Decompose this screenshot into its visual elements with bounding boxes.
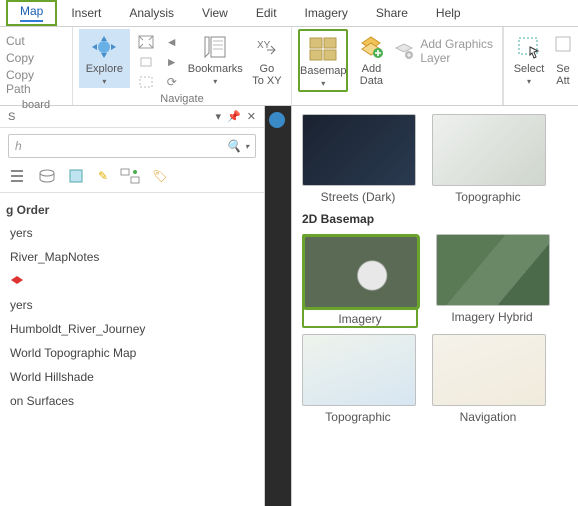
explore-icon (88, 33, 120, 61)
explore-button[interactable]: Explore▾ (79, 29, 130, 88)
refresh-icon[interactable]: ⟳ (162, 73, 182, 91)
menu-analysis[interactable]: Analysis (115, 2, 188, 24)
nav-small-icons-2: ◄ ► ⟳ (162, 29, 182, 91)
basemap-section-label: 2D Basemap (302, 212, 568, 226)
cut-button[interactable]: Cut (6, 33, 60, 49)
basemap-gallery: Streets (Dark) Topographic 2D Basemap Im… (291, 106, 578, 506)
ribbon: Cut Copy Copy Path board Explore▾ ◄ ► ⟳ (0, 27, 578, 106)
add-graphics-layer-button[interactable]: Add Graphics Layer (394, 29, 496, 65)
zoom-fixed-icon[interactable] (136, 73, 156, 91)
menu-bar: Map Insert Analysis View Edit Imagery Sh… (0, 0, 578, 27)
zoom-full-icon[interactable] (136, 33, 156, 51)
tree-item[interactable]: Humboldt_River_Journey (0, 317, 264, 341)
tree-item[interactable]: yers (0, 221, 264, 245)
panel-toolbar: ✎ 🏷 (0, 164, 264, 193)
add-data-button[interactable]: Add Data (354, 29, 388, 87)
basemap-navigation[interactable]: Navigation (432, 334, 544, 424)
select-by-attr-button[interactable]: Se Att (554, 29, 572, 87)
menu-help[interactable]: Help (422, 2, 475, 24)
list-by-drawing-icon[interactable] (8, 168, 26, 184)
dropdown-icon[interactable]: ▾ (216, 110, 222, 123)
tree-item[interactable]: River_MapNotes (0, 245, 264, 269)
select-attr-icon (547, 33, 578, 61)
contents-tree: g Order yers River_MapNotes yers Humbold… (0, 193, 264, 413)
tree-item[interactable]: World Topographic Map (0, 341, 264, 365)
search-icon: 🔍 (226, 139, 241, 153)
prev-extent-icon[interactable]: ◄ (162, 33, 182, 51)
next-extent-icon[interactable]: ► (162, 53, 182, 71)
select-button[interactable]: Select▾ (510, 29, 548, 88)
goto-xy-button[interactable]: XY Go To XY (249, 29, 285, 87)
menu-edit[interactable]: Edit (242, 2, 291, 24)
tree-item[interactable] (0, 269, 264, 293)
list-by-labeling-icon[interactable]: 🏷 (152, 169, 167, 183)
pin-icon[interactable]: 📌 (227, 110, 241, 123)
tree-heading: g Order (0, 199, 264, 221)
bookmarks-icon (199, 33, 231, 61)
contents-panel: S ▾ 📌 ✕ h 🔍 ▾ ✎ 🏷 g Order yers River_Map… (0, 106, 265, 506)
menu-view[interactable]: View (188, 2, 242, 24)
nav-small-icons (136, 29, 156, 91)
svg-text:XY: XY (257, 40, 271, 51)
menu-share[interactable]: Share (362, 2, 422, 24)
menu-imagery[interactable]: Imagery (291, 2, 362, 24)
list-by-snapping-icon[interactable] (120, 168, 140, 184)
tree-item[interactable]: World Hillshade (0, 365, 264, 389)
search-input[interactable]: h 🔍 ▾ (8, 134, 256, 158)
basemap-button[interactable]: Basemap▾ (298, 29, 348, 92)
map-edge (265, 106, 291, 506)
tree-item[interactable]: on Surfaces (0, 389, 264, 413)
copy-button[interactable]: Copy (6, 50, 60, 66)
basemap-topographic-3d[interactable]: Topographic (432, 114, 544, 204)
bookmarks-button[interactable]: Bookmarks▾ (188, 29, 243, 88)
select-icon (513, 33, 545, 61)
basemap-imagery[interactable]: Imagery (302, 234, 418, 328)
add-data-icon (355, 33, 387, 61)
add-graphics-icon (394, 42, 414, 60)
tree-item[interactable]: yers (0, 293, 264, 317)
basemap-imagery-hybrid[interactable]: Imagery Hybrid (436, 234, 548, 328)
goto-xy-icon: XY (251, 33, 283, 61)
basemap-icon (307, 35, 339, 63)
copy-path-button[interactable]: Copy Path (6, 67, 60, 97)
panel-title: S (8, 111, 210, 123)
zoom-sel-icon[interactable] (136, 53, 156, 71)
menu-map[interactable]: Map (6, 0, 57, 26)
basemap-topographic[interactable]: Topographic (302, 334, 414, 424)
list-by-source-icon[interactable] (38, 168, 56, 184)
list-by-selection-icon[interactable] (68, 168, 86, 184)
close-icon[interactable]: ✕ (247, 110, 256, 123)
list-by-editing-icon[interactable]: ✎ (98, 169, 108, 183)
menu-insert[interactable]: Insert (57, 2, 115, 24)
basemap-streets-dark[interactable]: Streets (Dark) (302, 114, 414, 204)
clipboard-group: Cut Copy Copy Path (6, 29, 60, 97)
